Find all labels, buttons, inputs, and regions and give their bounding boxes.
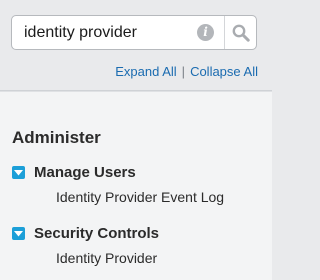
expand-all-link[interactable]: Expand All — [115, 64, 176, 79]
link-separator: | — [181, 64, 186, 79]
tree-group-label[interactable]: Security Controls — [34, 225, 159, 242]
search-button[interactable] — [225, 16, 256, 49]
tree-item-identity-provider[interactable]: Identity Provider — [56, 250, 157, 266]
search-icon — [232, 24, 250, 42]
collapse-all-link[interactable]: Collapse All — [190, 64, 258, 79]
setup-tree-panel: Administer Manage Users Identity Provide… — [0, 91, 272, 280]
collapse-toggle-icon[interactable] — [12, 227, 25, 240]
search-panel: i Expand All | Collapse All — [0, 0, 272, 91]
section-heading-administer: Administer — [12, 128, 101, 147]
tree-item-identity-provider-event-log[interactable]: Identity Provider Event Log — [56, 189, 224, 205]
info-clear-icon[interactable]: i — [197, 24, 214, 41]
collapse-toggle-icon[interactable] — [12, 166, 25, 179]
search-input[interactable] — [24, 23, 202, 43]
expand-collapse-links: Expand All | Collapse All — [115, 64, 258, 79]
tree-group-label[interactable]: Manage Users — [34, 164, 136, 181]
search-box: i — [11, 15, 257, 50]
